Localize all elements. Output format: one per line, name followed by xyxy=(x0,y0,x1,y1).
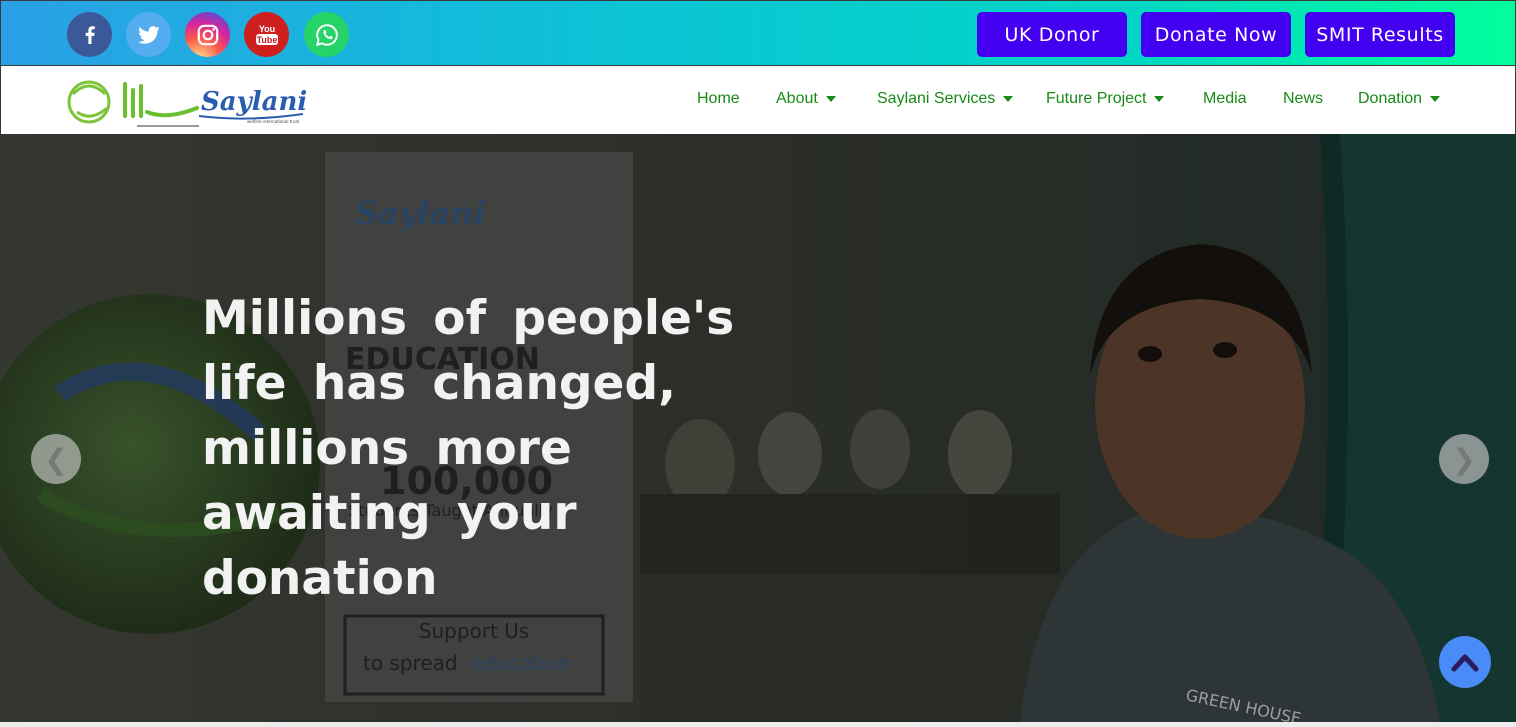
nav-about[interactable]: About xyxy=(776,90,836,108)
twitter-icon xyxy=(137,25,160,44)
page-bottom-edge xyxy=(0,722,1516,727)
logo-tagline: welfare international trust xyxy=(247,119,300,124)
whatsapp-link[interactable] xyxy=(304,12,349,57)
nav-services-label: Saylani Services xyxy=(877,90,996,107)
facebook-icon xyxy=(85,25,95,44)
saylani-logo-graphic: Saylani welfare international trust xyxy=(67,80,307,127)
twitter-link[interactable] xyxy=(126,12,171,57)
saylani-logo[interactable]: Saylani welfare international trust xyxy=(67,72,307,130)
youtube-you-text: You xyxy=(258,24,274,34)
nav-saylani-services[interactable]: Saylani Services xyxy=(877,90,1014,108)
hero-heading: Millions of people's life has changed, m… xyxy=(202,291,735,606)
caret-down-icon xyxy=(1430,96,1441,102)
logo-wordmark: Saylani xyxy=(201,87,307,117)
nav-home-label: Home xyxy=(697,90,740,107)
caret-down-icon xyxy=(1154,96,1165,102)
nav-about-label: About xyxy=(776,90,818,107)
nav-news-label: News xyxy=(1283,90,1324,107)
nav-donation[interactable]: Donation xyxy=(1358,90,1441,108)
main-navbar: Saylani welfare international trust Home… xyxy=(0,66,1516,134)
facebook-link[interactable] xyxy=(67,12,112,57)
slider-next-button[interactable]: ❯ xyxy=(1439,434,1489,484)
nav-news[interactable]: News xyxy=(1283,90,1323,108)
smit-results-button[interactable]: SMIT Results xyxy=(1305,12,1455,57)
nav-media[interactable]: Media xyxy=(1203,90,1247,108)
youtube-icon: You Tube xyxy=(255,24,278,45)
slider-prev-button[interactable]: ❮ xyxy=(31,434,81,484)
uk-donor-button[interactable]: UK Donor xyxy=(977,12,1127,57)
caret-down-icon xyxy=(825,96,836,102)
youtube-tube-text: Tube xyxy=(256,35,277,45)
chevron-right-icon: ❯ xyxy=(1452,442,1476,476)
hero-slider: Saylani EDUCATION 100,000 Students Taugh… xyxy=(0,134,1516,722)
instagram-link[interactable] xyxy=(185,12,230,57)
whatsapp-icon xyxy=(315,23,338,46)
top-bar: You Tube UK Donor Donate Now SMIT Result… xyxy=(0,0,1516,66)
donate-now-button[interactable]: Donate Now xyxy=(1141,12,1291,57)
nav-home[interactable]: Home xyxy=(697,90,740,108)
caret-down-icon xyxy=(1003,96,1014,102)
scroll-to-top-button[interactable] xyxy=(1439,636,1491,688)
instagram-icon xyxy=(197,24,218,45)
nav-donation-label: Donation xyxy=(1358,90,1423,107)
nav-media-label: Media xyxy=(1203,90,1247,107)
nav-future-label: Future Project xyxy=(1046,90,1147,107)
nav-future-project[interactable]: Future Project xyxy=(1046,90,1165,108)
chevron-left-icon: ❮ xyxy=(44,442,68,476)
chevron-up-icon xyxy=(1451,654,1479,672)
youtube-link[interactable]: You Tube xyxy=(244,12,289,57)
